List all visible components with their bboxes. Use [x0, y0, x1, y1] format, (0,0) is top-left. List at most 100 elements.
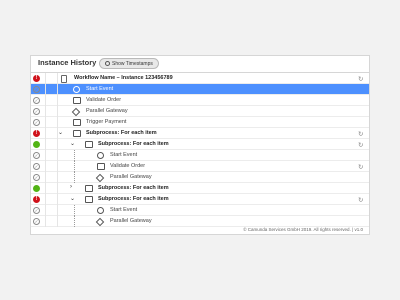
show-timestamps-label: Show Timestamps [112, 60, 153, 67]
tree-guide-line [74, 216, 75, 227]
retry-icon[interactable]: ↻ [358, 141, 363, 149]
tree-row[interactable]: ✓ Start Event [31, 205, 369, 216]
retry-icon[interactable]: ↻ [358, 130, 363, 138]
completed-status-icon: ✓ [33, 97, 40, 104]
task-icon [97, 163, 105, 170]
retry-icon[interactable]: ↻ [358, 75, 363, 83]
tree-guide-line [74, 205, 75, 216]
subprocess-icon [85, 141, 93, 148]
tree-row[interactable]: ✓ Trigger Payment [31, 117, 369, 128]
clock-icon [105, 61, 110, 66]
chevron-right-icon[interactable]: › [70, 184, 72, 190]
row-divider [57, 150, 58, 161]
tree-guide-line [74, 161, 75, 172]
flow-node-label: Workflow Name – Instance 123456789 [74, 75, 173, 81]
active-status-icon [33, 141, 40, 148]
flow-node-label: Subprocess: For each item [86, 130, 157, 136]
tree-row[interactable]: ✓ Start Event [31, 84, 369, 95]
gateway-icon [95, 217, 105, 226]
row-divider [57, 172, 58, 183]
instance-history-panel: Instance History Show Timestamps ! Workfl… [30, 55, 370, 235]
flow-node-label: Subprocess: For each item [98, 141, 169, 147]
row-divider [45, 183, 46, 194]
row-divider [45, 106, 46, 117]
gateway-icon [95, 173, 105, 182]
row-divider [57, 117, 58, 128]
row-divider [45, 194, 46, 205]
tree-row[interactable]: ✓ Parallel Gateway [31, 172, 369, 183]
completed-status-icon: ✓ [33, 218, 40, 225]
flow-node-label: Start Event [110, 207, 138, 213]
start-event-icon [73, 86, 80, 93]
tree-row[interactable]: ✓ Validate Order [31, 95, 369, 106]
footer-copyright: © Camunda Services GmbH 2019. All rights… [243, 227, 363, 232]
task-icon [73, 119, 81, 126]
row-divider [57, 205, 58, 216]
tree-row[interactable]: ✓ Start Event [31, 150, 369, 161]
incident-icon: ! [33, 75, 40, 82]
row-divider [45, 205, 46, 216]
subprocess-icon [85, 196, 93, 203]
row-divider [57, 139, 58, 150]
flow-node-label: Validate Order [110, 163, 146, 169]
incident-icon: ! [33, 130, 40, 137]
completed-status-icon: ✓ [33, 207, 40, 214]
flow-node-label: Parallel Gateway [110, 218, 152, 224]
row-divider [45, 117, 46, 128]
chevron-down-icon[interactable]: ⌄ [70, 195, 75, 202]
panel-title: Instance History [38, 58, 97, 67]
row-divider [57, 84, 58, 95]
active-status-icon [33, 185, 40, 192]
row-divider [57, 183, 58, 194]
retry-icon[interactable]: ↻ [358, 196, 363, 204]
panel-header: Instance History Show Timestamps [31, 56, 369, 73]
chevron-down-icon[interactable]: ⌄ [70, 140, 75, 147]
completed-status-icon: ✓ [33, 174, 40, 181]
tree-row[interactable]: › Subprocess: For each item [31, 183, 369, 194]
subprocess-icon [85, 185, 93, 192]
tree-row[interactable]: ! Workflow Name – Instance 123456789 ↻ [31, 73, 369, 84]
completed-status-icon: ✓ [33, 152, 40, 159]
row-divider [57, 161, 58, 172]
flow-node-label: Parallel Gateway [86, 108, 128, 114]
row-divider [57, 194, 58, 205]
flow-node-label: Validate Order [86, 97, 122, 103]
flow-node-label: Trigger Payment [86, 119, 127, 125]
incident-icon: ! [33, 196, 40, 203]
tree-row[interactable]: ✓ Parallel Gateway [31, 106, 369, 117]
row-divider [45, 172, 46, 183]
task-icon [73, 97, 81, 104]
row-divider [57, 95, 58, 106]
row-divider [45, 216, 46, 227]
row-divider [45, 139, 46, 150]
start-event-icon [97, 207, 104, 214]
chevron-down-icon[interactable]: ⌄ [58, 129, 63, 136]
completed-status-icon: ✓ [33, 163, 40, 170]
completed-status-icon: ✓ [33, 119, 40, 126]
flow-node-label: Start Event [86, 86, 114, 92]
start-event-icon [97, 152, 104, 159]
row-divider [45, 95, 46, 106]
row-divider [45, 128, 46, 139]
tree-row[interactable]: ✓ Parallel Gateway [31, 216, 369, 227]
flow-node-label: Subprocess: For each item [98, 196, 169, 202]
subprocess-icon [73, 130, 81, 137]
row-divider [45, 84, 46, 95]
tree-row[interactable]: ! ⌄ Subprocess: For each item ↻ [31, 194, 369, 205]
tree-guide-line [74, 172, 75, 183]
document-icon [61, 74, 67, 83]
row-divider [57, 216, 58, 227]
tree-row[interactable]: ⌄ Subprocess: For each item ↻ [31, 139, 369, 150]
show-timestamps-button[interactable]: Show Timestamps [99, 58, 159, 69]
gateway-icon [71, 107, 81, 116]
row-divider [57, 106, 58, 117]
retry-icon[interactable]: ↻ [358, 163, 363, 171]
row-divider [45, 161, 46, 172]
row-divider [45, 150, 46, 161]
row-divider [57, 73, 58, 84]
tree-row[interactable]: ! ⌄ Subprocess: For each item ↻ [31, 128, 369, 139]
tree-guide-line [74, 150, 75, 161]
tree-row[interactable]: ✓ Validate Order ↻ [31, 161, 369, 172]
row-divider [45, 73, 46, 84]
flow-node-label: Parallel Gateway [110, 174, 152, 180]
